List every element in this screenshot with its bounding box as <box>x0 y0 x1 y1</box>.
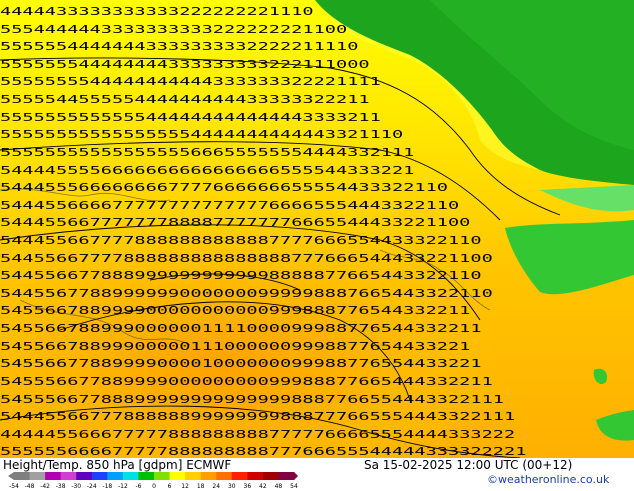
scale-label: 0 <box>152 483 156 490</box>
scale-label: -12 <box>117 483 128 490</box>
scale-label: -24 <box>86 483 97 490</box>
scale-label: 18 <box>196 483 205 490</box>
site-credit[interactable]: ©weatheronline.co.uk <box>487 473 609 486</box>
scale-label: 42 <box>259 483 267 490</box>
scale-swatch <box>45 472 62 480</box>
scale-swatch <box>122 472 139 480</box>
scale-label: -48 <box>24 483 35 490</box>
digit-row: 5555556666777778888888887776665554444433… <box>0 445 526 458</box>
digit-row: 5455667889990000011100000099988776544332… <box>0 340 470 353</box>
digit-row: 555555544444444333333333222111000 <box>0 58 370 71</box>
scale-label: -30 <box>71 483 82 490</box>
scale-arrow-right <box>294 472 298 480</box>
digit-row: 5444556677778888888888887777666554433322… <box>0 234 482 247</box>
scale-swatch <box>278 472 295 480</box>
scale-swatch <box>216 472 233 480</box>
scale-label: -6 <box>135 483 142 490</box>
scale-label: 24 <box>212 483 221 490</box>
map-footer: Height/Temp. 850 hPa [gdpm] ECMWF Sa 15-… <box>0 458 634 490</box>
scale-swatch <box>247 472 264 480</box>
scale-swatch <box>169 472 186 480</box>
scale-arrow-left <box>8 472 14 480</box>
scale-swatch <box>76 472 93 480</box>
map-title: Height/Temp. 850 hPa [gdpm] ECMWF <box>3 458 232 472</box>
digit-row: 5554444443333333333222222221100 <box>0 23 347 36</box>
digit-row: 5455667889990000001111000099988776544332… <box>0 322 482 335</box>
digit-row: 5445567788999999000000099999888766544332… <box>0 287 493 300</box>
scale-swatch <box>262 472 279 480</box>
digit-row: 5444556677777778888777777766655444332211… <box>0 216 470 229</box>
scale-label: 6 <box>167 483 172 490</box>
scale-label: 48 <box>274 483 283 490</box>
color-scale-bar <box>8 472 298 480</box>
scale-label: 54 <box>290 483 298 490</box>
scale-swatch <box>14 472 31 480</box>
scale-swatch <box>200 472 217 480</box>
digit-row: 5555555555555555566655555554444332111 <box>0 146 414 159</box>
scale-label: 30 <box>227 483 236 490</box>
digit-row: 555554455555444444444433333322211 <box>0 93 370 106</box>
run-timestamp: Sa 15-02-2025 12:00 UTC (00+12) <box>364 458 573 472</box>
digit-row: 555555555555555554444444444443321110 <box>0 128 403 141</box>
scale-swatch <box>231 472 248 480</box>
digit-row: 5444556677788888899999999888777665554443… <box>0 410 515 423</box>
digit-row: 5555555544444444444333333322221111 <box>0 75 381 88</box>
digit-row: 4444455666777778888888887777766665554444… <box>0 428 515 441</box>
digit-row: 55555544444443333333332222211110 <box>0 40 358 53</box>
scale-swatch <box>107 472 124 480</box>
scale-swatch <box>91 472 108 480</box>
digit-row: 5445566778889999999999998888877665443322… <box>0 269 482 282</box>
digit-row: 5444555666666667777666666655554433322110 <box>0 181 448 194</box>
digit-row: 5455566778899990000000009998887766544433… <box>0 375 493 388</box>
scale-label: -18 <box>102 483 113 490</box>
scale-swatch <box>154 472 171 480</box>
scale-swatch <box>185 472 202 480</box>
scale-swatch <box>60 472 77 480</box>
scale-swatch <box>29 472 46 480</box>
scale-label: -42 <box>40 483 51 490</box>
weather-map: 4444433333333333222222221110 555444444333… <box>0 0 634 459</box>
digit-row: 4444433333333333222222221110 <box>0 5 314 18</box>
digit-row: 5555555555555444444444444443333211 <box>0 111 381 124</box>
scale-label: 12 <box>181 483 189 490</box>
digit-row: 5455667889999000000000009998887765443322… <box>0 304 470 317</box>
digit-row: 5445566777788888888888888877766654443322… <box>0 252 493 265</box>
scale-swatch <box>138 472 155 480</box>
digit-row: 5455566778889999999999999988877665544433… <box>0 393 504 406</box>
digit-row: 5455667788999900001000000099988776554433… <box>0 357 482 370</box>
scale-label: -38 <box>55 483 66 490</box>
map-field: 4444433333333333222222221110 555444444333… <box>0 0 634 459</box>
digit-row: 5444455556666666666666666555544333221 <box>0 164 414 177</box>
scale-label: -54 <box>9 483 19 490</box>
scale-label: 36 <box>243 483 252 490</box>
digit-row: 5444556666777777777777776666555444332211… <box>0 199 459 212</box>
